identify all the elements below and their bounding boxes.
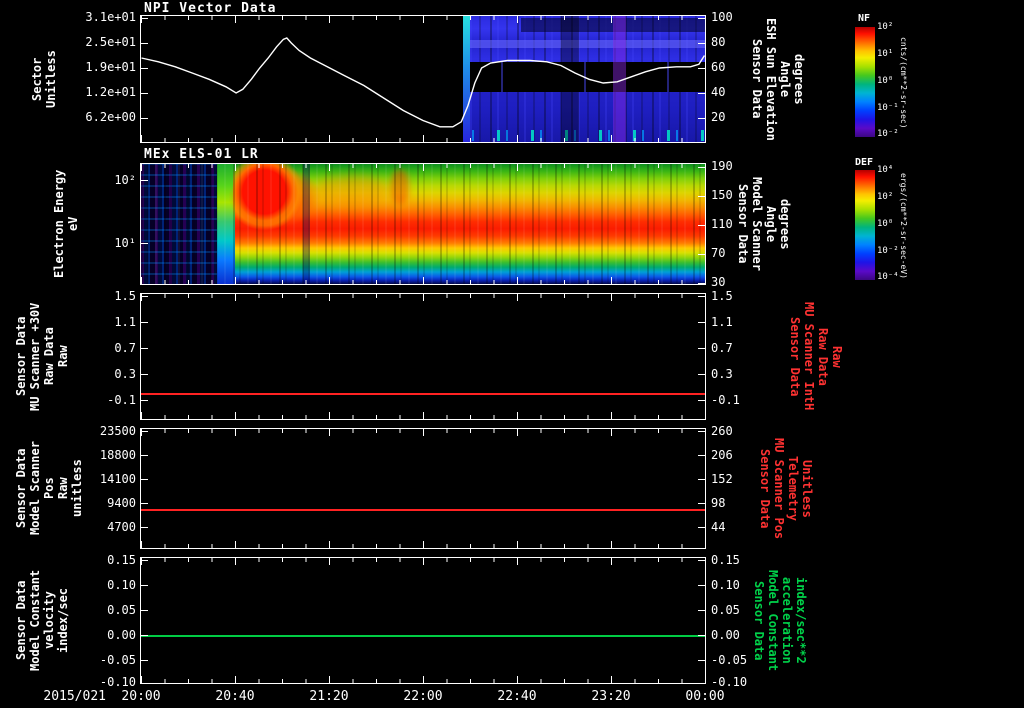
- tick-marks: [141, 558, 705, 562]
- panel2-right-axis-label: Sensor Data Model Scanner Angle degrees: [736, 177, 792, 271]
- nf-colorbar: [855, 27, 875, 137]
- panel1-title: NPI Vector Data: [144, 1, 277, 16]
- tick-marks: [141, 431, 148, 548]
- nf-colorbar-title: NF: [857, 13, 871, 24]
- panel1-left-axis-label: Sector Unitless: [30, 50, 58, 108]
- tick-label: 6.2e+00: [85, 110, 136, 124]
- x-tick-label: 21:20: [309, 689, 349, 704]
- tick-label: 0.3: [711, 367, 733, 381]
- tick-marks: [141, 429, 705, 436]
- tick-marks: [141, 412, 705, 419]
- nf-colorbar-units: cnts/(cm**2-sr-sec): [899, 37, 908, 129]
- tick-marks: [141, 429, 705, 433]
- tick-marks: [698, 560, 705, 683]
- tick-marks: [141, 676, 705, 683]
- tick-label: 3.1e+01: [85, 10, 136, 24]
- tick-label: 1.5: [711, 289, 733, 303]
- def-colorbar-units: ergs/(cm**2-sr-sec-eV): [899, 173, 908, 279]
- panel-model-constant-velocity: [140, 557, 706, 684]
- tick-marks: [141, 294, 705, 298]
- panel3-left-axis-label: Sensor Data MU Scanner +30V Raw Data Raw: [14, 302, 70, 411]
- panel3-right-axis-label: Sensor Data MU Scanner IntH Raw Data Raw: [788, 302, 844, 411]
- panel4-right-axis-label: Sensor Data MU Scanner Pos Telemetry Uni…: [758, 437, 814, 540]
- x-tick-label: 20:40: [215, 689, 255, 704]
- panel2-left-axis-label: Electron Energy eV: [52, 169, 80, 279]
- panel2-title: MEx ELS-01 LR: [144, 147, 259, 162]
- x-tick-label: 22:40: [497, 689, 537, 704]
- tick-marks: [698, 431, 705, 548]
- panel5-left-axis-label: Sensor Data Model Constant velocity inde…: [14, 569, 70, 672]
- tick-marks: [141, 558, 705, 565]
- tick-label: 2.5e+01: [85, 35, 136, 49]
- mu-scanner-30v-line: [141, 393, 705, 395]
- tick-marks: [698, 296, 705, 419]
- plot-screen: NPI Vector Data MEx ELS-01 LR 3.1e+01 2.…: [0, 0, 1024, 708]
- panel-model-scanner-pos: [140, 428, 706, 549]
- tick-label: 1.1: [711, 315, 733, 329]
- x-tick-label: 22:00: [403, 689, 443, 704]
- tick-marks: [141, 296, 148, 419]
- panel-mu-scanner-30v: [140, 293, 706, 420]
- panel4-left-axis-label: Sensor Data Model Scanner Pos Raw unitle…: [14, 441, 84, 536]
- tick-marks: [141, 541, 705, 548]
- tick-label: 1.9e+01: [85, 60, 136, 74]
- model-constant-velocity-line: [141, 635, 705, 637]
- def-colorbar-title: DEF: [854, 157, 874, 168]
- panel-npi-vector-data: [140, 15, 706, 143]
- tick-marks: [141, 415, 705, 419]
- date-label: 2015/021: [43, 689, 106, 704]
- tick-marks: [141, 544, 705, 548]
- x-tick-label: 00:00: [685, 689, 725, 704]
- tick-label: -0.1: [711, 393, 740, 407]
- npi-sector-line: [141, 37, 705, 128]
- def-colorbar: [855, 170, 875, 280]
- panel-els-spectrogram: [140, 163, 706, 285]
- tick-marks: [141, 679, 705, 683]
- panel1-right-axis-label: Sensor Data ESH Sun Elevation Angle degr…: [750, 17, 806, 141]
- model-scanner-pos-line: [141, 509, 705, 511]
- panel5-right-axis-label: Sensor Data Model Constant acceleration …: [752, 569, 808, 672]
- els-spectrogram-noise: [141, 164, 705, 284]
- x-tick-label: 20:00: [121, 689, 161, 704]
- tick-marks: [141, 294, 705, 301]
- x-tick-label: 23:20: [591, 689, 631, 704]
- tick-label: 0.7: [711, 341, 733, 355]
- tick-marks: [141, 560, 148, 683]
- tick-label: 1.2e+01: [85, 85, 136, 99]
